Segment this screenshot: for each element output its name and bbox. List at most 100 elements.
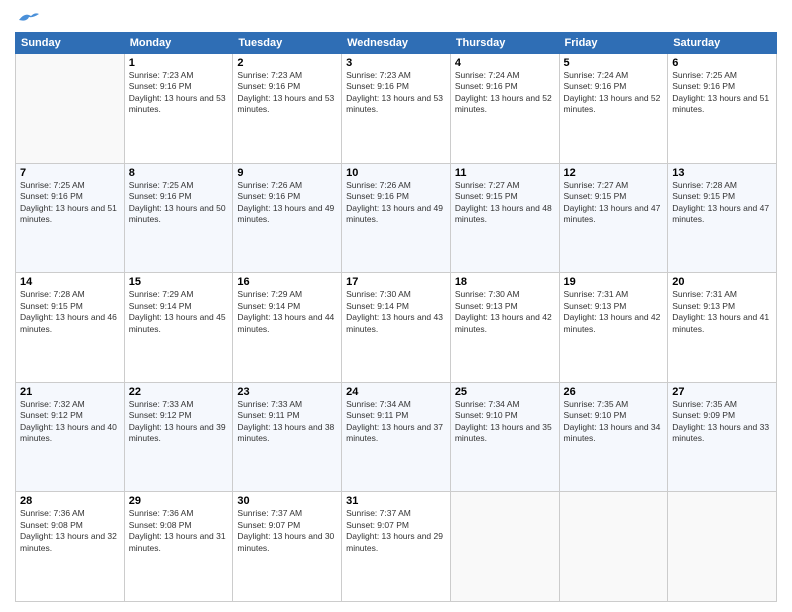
day-number: 3 <box>346 57 446 69</box>
calendar-cell: 3Sunrise: 7:23 AMSunset: 9:16 PMDaylight… <box>342 54 451 164</box>
calendar-cell: 26Sunrise: 7:35 AMSunset: 9:10 PMDayligh… <box>559 382 668 492</box>
calendar-header-saturday: Saturday <box>668 33 777 54</box>
calendar-cell: 31Sunrise: 7:37 AMSunset: 9:07 PMDayligh… <box>342 492 451 602</box>
day-number: 15 <box>129 276 229 288</box>
day-info: Sunrise: 7:37 AMSunset: 9:07 PMDaylight:… <box>237 508 337 554</box>
day-info: Sunrise: 7:36 AMSunset: 9:08 PMDaylight:… <box>20 508 120 554</box>
calendar-header-wednesday: Wednesday <box>342 33 451 54</box>
day-number: 9 <box>237 167 337 179</box>
day-info: Sunrise: 7:25 AMSunset: 9:16 PMDaylight:… <box>129 180 229 226</box>
calendar-header-tuesday: Tuesday <box>233 33 342 54</box>
calendar-header-row: SundayMondayTuesdayWednesdayThursdayFrid… <box>16 33 777 54</box>
calendar-week-row: 21Sunrise: 7:32 AMSunset: 9:12 PMDayligh… <box>16 382 777 492</box>
day-info: Sunrise: 7:29 AMSunset: 9:14 PMDaylight:… <box>129 289 229 335</box>
calendar-cell: 14Sunrise: 7:28 AMSunset: 9:15 PMDayligh… <box>16 273 125 383</box>
header <box>15 10 777 26</box>
day-info: Sunrise: 7:36 AMSunset: 9:08 PMDaylight:… <box>129 508 229 554</box>
calendar-cell: 23Sunrise: 7:33 AMSunset: 9:11 PMDayligh… <box>233 382 342 492</box>
day-number: 16 <box>237 276 337 288</box>
calendar-cell: 20Sunrise: 7:31 AMSunset: 9:13 PMDayligh… <box>668 273 777 383</box>
day-number: 22 <box>129 386 229 398</box>
day-info: Sunrise: 7:37 AMSunset: 9:07 PMDaylight:… <box>346 508 446 554</box>
page: SundayMondayTuesdayWednesdayThursdayFrid… <box>0 0 792 612</box>
calendar-cell: 19Sunrise: 7:31 AMSunset: 9:13 PMDayligh… <box>559 273 668 383</box>
calendar-cell: 30Sunrise: 7:37 AMSunset: 9:07 PMDayligh… <box>233 492 342 602</box>
calendar-cell: 4Sunrise: 7:24 AMSunset: 9:16 PMDaylight… <box>450 54 559 164</box>
day-number: 23 <box>237 386 337 398</box>
day-info: Sunrise: 7:25 AMSunset: 9:16 PMDaylight:… <box>20 180 120 226</box>
calendar-cell: 17Sunrise: 7:30 AMSunset: 9:14 PMDayligh… <box>342 273 451 383</box>
day-number: 18 <box>455 276 555 288</box>
logo-bird-icon <box>17 10 39 26</box>
day-info: Sunrise: 7:23 AMSunset: 9:16 PMDaylight:… <box>346 70 446 116</box>
day-number: 7 <box>20 167 120 179</box>
day-info: Sunrise: 7:35 AMSunset: 9:10 PMDaylight:… <box>564 399 664 445</box>
day-info: Sunrise: 7:34 AMSunset: 9:11 PMDaylight:… <box>346 399 446 445</box>
day-info: Sunrise: 7:24 AMSunset: 9:16 PMDaylight:… <box>564 70 664 116</box>
logo <box>15 10 39 26</box>
calendar-cell: 27Sunrise: 7:35 AMSunset: 9:09 PMDayligh… <box>668 382 777 492</box>
calendar-cell: 16Sunrise: 7:29 AMSunset: 9:14 PMDayligh… <box>233 273 342 383</box>
day-number: 25 <box>455 386 555 398</box>
calendar-header-thursday: Thursday <box>450 33 559 54</box>
day-number: 1 <box>129 57 229 69</box>
calendar-cell: 2Sunrise: 7:23 AMSunset: 9:16 PMDaylight… <box>233 54 342 164</box>
calendar-cell: 5Sunrise: 7:24 AMSunset: 9:16 PMDaylight… <box>559 54 668 164</box>
calendar-cell: 13Sunrise: 7:28 AMSunset: 9:15 PMDayligh… <box>668 163 777 273</box>
day-number: 31 <box>346 495 446 507</box>
day-info: Sunrise: 7:25 AMSunset: 9:16 PMDaylight:… <box>672 70 772 116</box>
calendar-header-sunday: Sunday <box>16 33 125 54</box>
calendar-cell: 22Sunrise: 7:33 AMSunset: 9:12 PMDayligh… <box>124 382 233 492</box>
day-number: 28 <box>20 495 120 507</box>
day-info: Sunrise: 7:33 AMSunset: 9:11 PMDaylight:… <box>237 399 337 445</box>
day-number: 20 <box>672 276 772 288</box>
day-info: Sunrise: 7:31 AMSunset: 9:13 PMDaylight:… <box>564 289 664 335</box>
day-info: Sunrise: 7:33 AMSunset: 9:12 PMDaylight:… <box>129 399 229 445</box>
day-info: Sunrise: 7:31 AMSunset: 9:13 PMDaylight:… <box>672 289 772 335</box>
day-number: 21 <box>20 386 120 398</box>
day-number: 17 <box>346 276 446 288</box>
day-info: Sunrise: 7:24 AMSunset: 9:16 PMDaylight:… <box>455 70 555 116</box>
calendar-cell: 21Sunrise: 7:32 AMSunset: 9:12 PMDayligh… <box>16 382 125 492</box>
calendar-cell: 1Sunrise: 7:23 AMSunset: 9:16 PMDaylight… <box>124 54 233 164</box>
calendar-cell: 10Sunrise: 7:26 AMSunset: 9:16 PMDayligh… <box>342 163 451 273</box>
day-info: Sunrise: 7:30 AMSunset: 9:14 PMDaylight:… <box>346 289 446 335</box>
day-info: Sunrise: 7:28 AMSunset: 9:15 PMDaylight:… <box>672 180 772 226</box>
day-number: 4 <box>455 57 555 69</box>
calendar-week-row: 28Sunrise: 7:36 AMSunset: 9:08 PMDayligh… <box>16 492 777 602</box>
calendar-cell: 12Sunrise: 7:27 AMSunset: 9:15 PMDayligh… <box>559 163 668 273</box>
calendar-cell <box>16 54 125 164</box>
day-number: 24 <box>346 386 446 398</box>
day-info: Sunrise: 7:34 AMSunset: 9:10 PMDaylight:… <box>455 399 555 445</box>
day-info: Sunrise: 7:26 AMSunset: 9:16 PMDaylight:… <box>237 180 337 226</box>
day-info: Sunrise: 7:27 AMSunset: 9:15 PMDaylight:… <box>455 180 555 226</box>
day-info: Sunrise: 7:30 AMSunset: 9:13 PMDaylight:… <box>455 289 555 335</box>
day-number: 12 <box>564 167 664 179</box>
day-number: 5 <box>564 57 664 69</box>
calendar-week-row: 7Sunrise: 7:25 AMSunset: 9:16 PMDaylight… <box>16 163 777 273</box>
day-info: Sunrise: 7:27 AMSunset: 9:15 PMDaylight:… <box>564 180 664 226</box>
calendar-cell: 18Sunrise: 7:30 AMSunset: 9:13 PMDayligh… <box>450 273 559 383</box>
calendar-cell: 24Sunrise: 7:34 AMSunset: 9:11 PMDayligh… <box>342 382 451 492</box>
day-number: 6 <box>672 57 772 69</box>
day-number: 2 <box>237 57 337 69</box>
day-info: Sunrise: 7:35 AMSunset: 9:09 PMDaylight:… <box>672 399 772 445</box>
calendar-cell: 6Sunrise: 7:25 AMSunset: 9:16 PMDaylight… <box>668 54 777 164</box>
calendar-cell: 29Sunrise: 7:36 AMSunset: 9:08 PMDayligh… <box>124 492 233 602</box>
calendar-cell: 9Sunrise: 7:26 AMSunset: 9:16 PMDaylight… <box>233 163 342 273</box>
day-info: Sunrise: 7:23 AMSunset: 9:16 PMDaylight:… <box>129 70 229 116</box>
calendar-cell: 8Sunrise: 7:25 AMSunset: 9:16 PMDaylight… <box>124 163 233 273</box>
day-number: 19 <box>564 276 664 288</box>
day-number: 26 <box>564 386 664 398</box>
calendar-cell: 7Sunrise: 7:25 AMSunset: 9:16 PMDaylight… <box>16 163 125 273</box>
calendar-cell <box>559 492 668 602</box>
day-number: 8 <box>129 167 229 179</box>
calendar-cell: 15Sunrise: 7:29 AMSunset: 9:14 PMDayligh… <box>124 273 233 383</box>
day-number: 10 <box>346 167 446 179</box>
calendar-week-row: 1Sunrise: 7:23 AMSunset: 9:16 PMDaylight… <box>16 54 777 164</box>
day-info: Sunrise: 7:26 AMSunset: 9:16 PMDaylight:… <box>346 180 446 226</box>
day-number: 13 <box>672 167 772 179</box>
calendar-week-row: 14Sunrise: 7:28 AMSunset: 9:15 PMDayligh… <box>16 273 777 383</box>
day-number: 11 <box>455 167 555 179</box>
day-info: Sunrise: 7:23 AMSunset: 9:16 PMDaylight:… <box>237 70 337 116</box>
